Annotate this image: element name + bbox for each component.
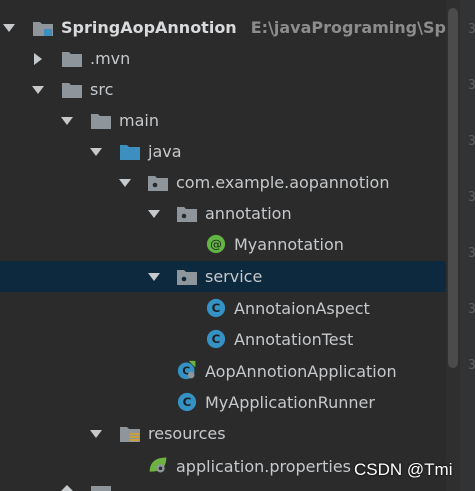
source-folder-icon: [120, 145, 140, 160]
tree-label: main: [119, 111, 159, 130]
tree-label: java: [148, 142, 182, 161]
tree-node-service-package[interactable]: service: [0, 261, 446, 292]
package-icon: [177, 207, 197, 222]
tree-label: service: [205, 267, 263, 286]
tree-node-main[interactable]: main: [0, 105, 446, 136]
tree-node-myannotation[interactable]: @ Myannotation: [0, 229, 446, 260]
expand-arrow-icon[interactable]: [31, 83, 45, 97]
tree-label: AnnotaionAspect: [234, 299, 370, 318]
tree-node-java[interactable]: java: [0, 136, 446, 167]
svg-text:C: C: [212, 332, 221, 346]
tree-node-aop-annotion-application[interactable]: C AopAnnotionApplication: [0, 356, 446, 387]
tree-label: MyApplicationRunner: [205, 393, 375, 412]
class-icon: C: [206, 329, 226, 349]
svg-text:C: C: [183, 395, 192, 409]
module-folder-icon: [33, 22, 53, 36]
tree-node-my-application-runner[interactable]: C MyApplicationRunner: [0, 387, 446, 418]
tree-node-project-root[interactable]: SpringAopAnnotion E:\javaPrograming\Sprin…: [0, 12, 475, 43]
class-icon: C: [206, 298, 226, 318]
tree-node-resources[interactable]: resources: [0, 418, 446, 449]
folder-icon: [62, 52, 82, 67]
class-icon: C: [177, 392, 197, 412]
spring-properties-icon: [149, 457, 167, 473]
expand-arrow-icon[interactable]: [147, 270, 161, 284]
tree-label: annotation: [205, 204, 292, 223]
folder-icon: [91, 486, 111, 491]
expand-arrow-icon[interactable]: [60, 114, 74, 128]
tree-label: AopAnnotionApplication: [205, 362, 397, 381]
folder-icon: [91, 114, 111, 129]
tree-label: com.example.aopannotion: [176, 173, 390, 192]
tree-node-src[interactable]: src: [0, 74, 446, 105]
tree-label: application.properties: [176, 457, 351, 476]
package-icon: [148, 176, 168, 191]
gutter-line-number: 3: [468, 78, 475, 93]
tree-node-annotation-package[interactable]: annotation: [0, 198, 446, 229]
tree-label: Myannotation: [234, 235, 344, 254]
gutter-line-number: 3: [468, 246, 475, 261]
tree-node-annotaion-aspect[interactable]: C AnnotaionAspect: [0, 293, 446, 324]
vertical-scrollbar-thumb[interactable]: [448, 8, 458, 368]
tree-node-mvn[interactable]: .mvn: [0, 43, 446, 74]
gutter-line-number: 3: [468, 22, 475, 37]
expand-arrow-icon[interactable]: [2, 21, 16, 35]
package-icon: [177, 270, 197, 285]
folder-icon: [62, 83, 82, 98]
gutter-line-number: 3: [468, 134, 475, 149]
svg-text:C: C: [212, 301, 221, 315]
gutter-line-number: 3: [468, 358, 475, 373]
tree-node-annotation-test[interactable]: C AnnotationTest: [0, 324, 446, 355]
svg-text:@: @: [210, 237, 222, 251]
collapsed-arrow-icon[interactable]: [31, 52, 45, 66]
spring-boot-class-icon: C: [177, 360, 196, 380]
gutter-line-number: 3: [468, 302, 475, 317]
tree-node-package[interactable]: com.example.aopannotion: [0, 167, 446, 198]
tree-label: src: [90, 80, 114, 99]
annotation-type-icon: @: [206, 234, 226, 254]
project-path: E:\javaPrograming\SpringA: [250, 18, 475, 37]
expand-arrow-icon[interactable]: [89, 145, 103, 159]
project-tree: SpringAopAnnotion E:\javaPrograming\Sprin…: [0, 0, 475, 491]
gutter-line-number: 3: [468, 190, 475, 205]
resources-folder-icon: [120, 427, 140, 442]
expand-arrow-icon[interactable]: [89, 427, 103, 441]
expand-arrow-icon[interactable]: [147, 207, 161, 221]
tree-label: .mvn: [90, 49, 131, 68]
expand-arrow-icon[interactable]: [118, 176, 132, 190]
tree-label: AnnotationTest: [234, 330, 354, 349]
collapsed-arrow-icon[interactable]: [60, 485, 74, 491]
project-name: SpringAopAnnotion: [61, 18, 237, 37]
tree-label: resources: [148, 424, 226, 443]
watermark: CSDN @Tmi: [354, 460, 453, 479]
